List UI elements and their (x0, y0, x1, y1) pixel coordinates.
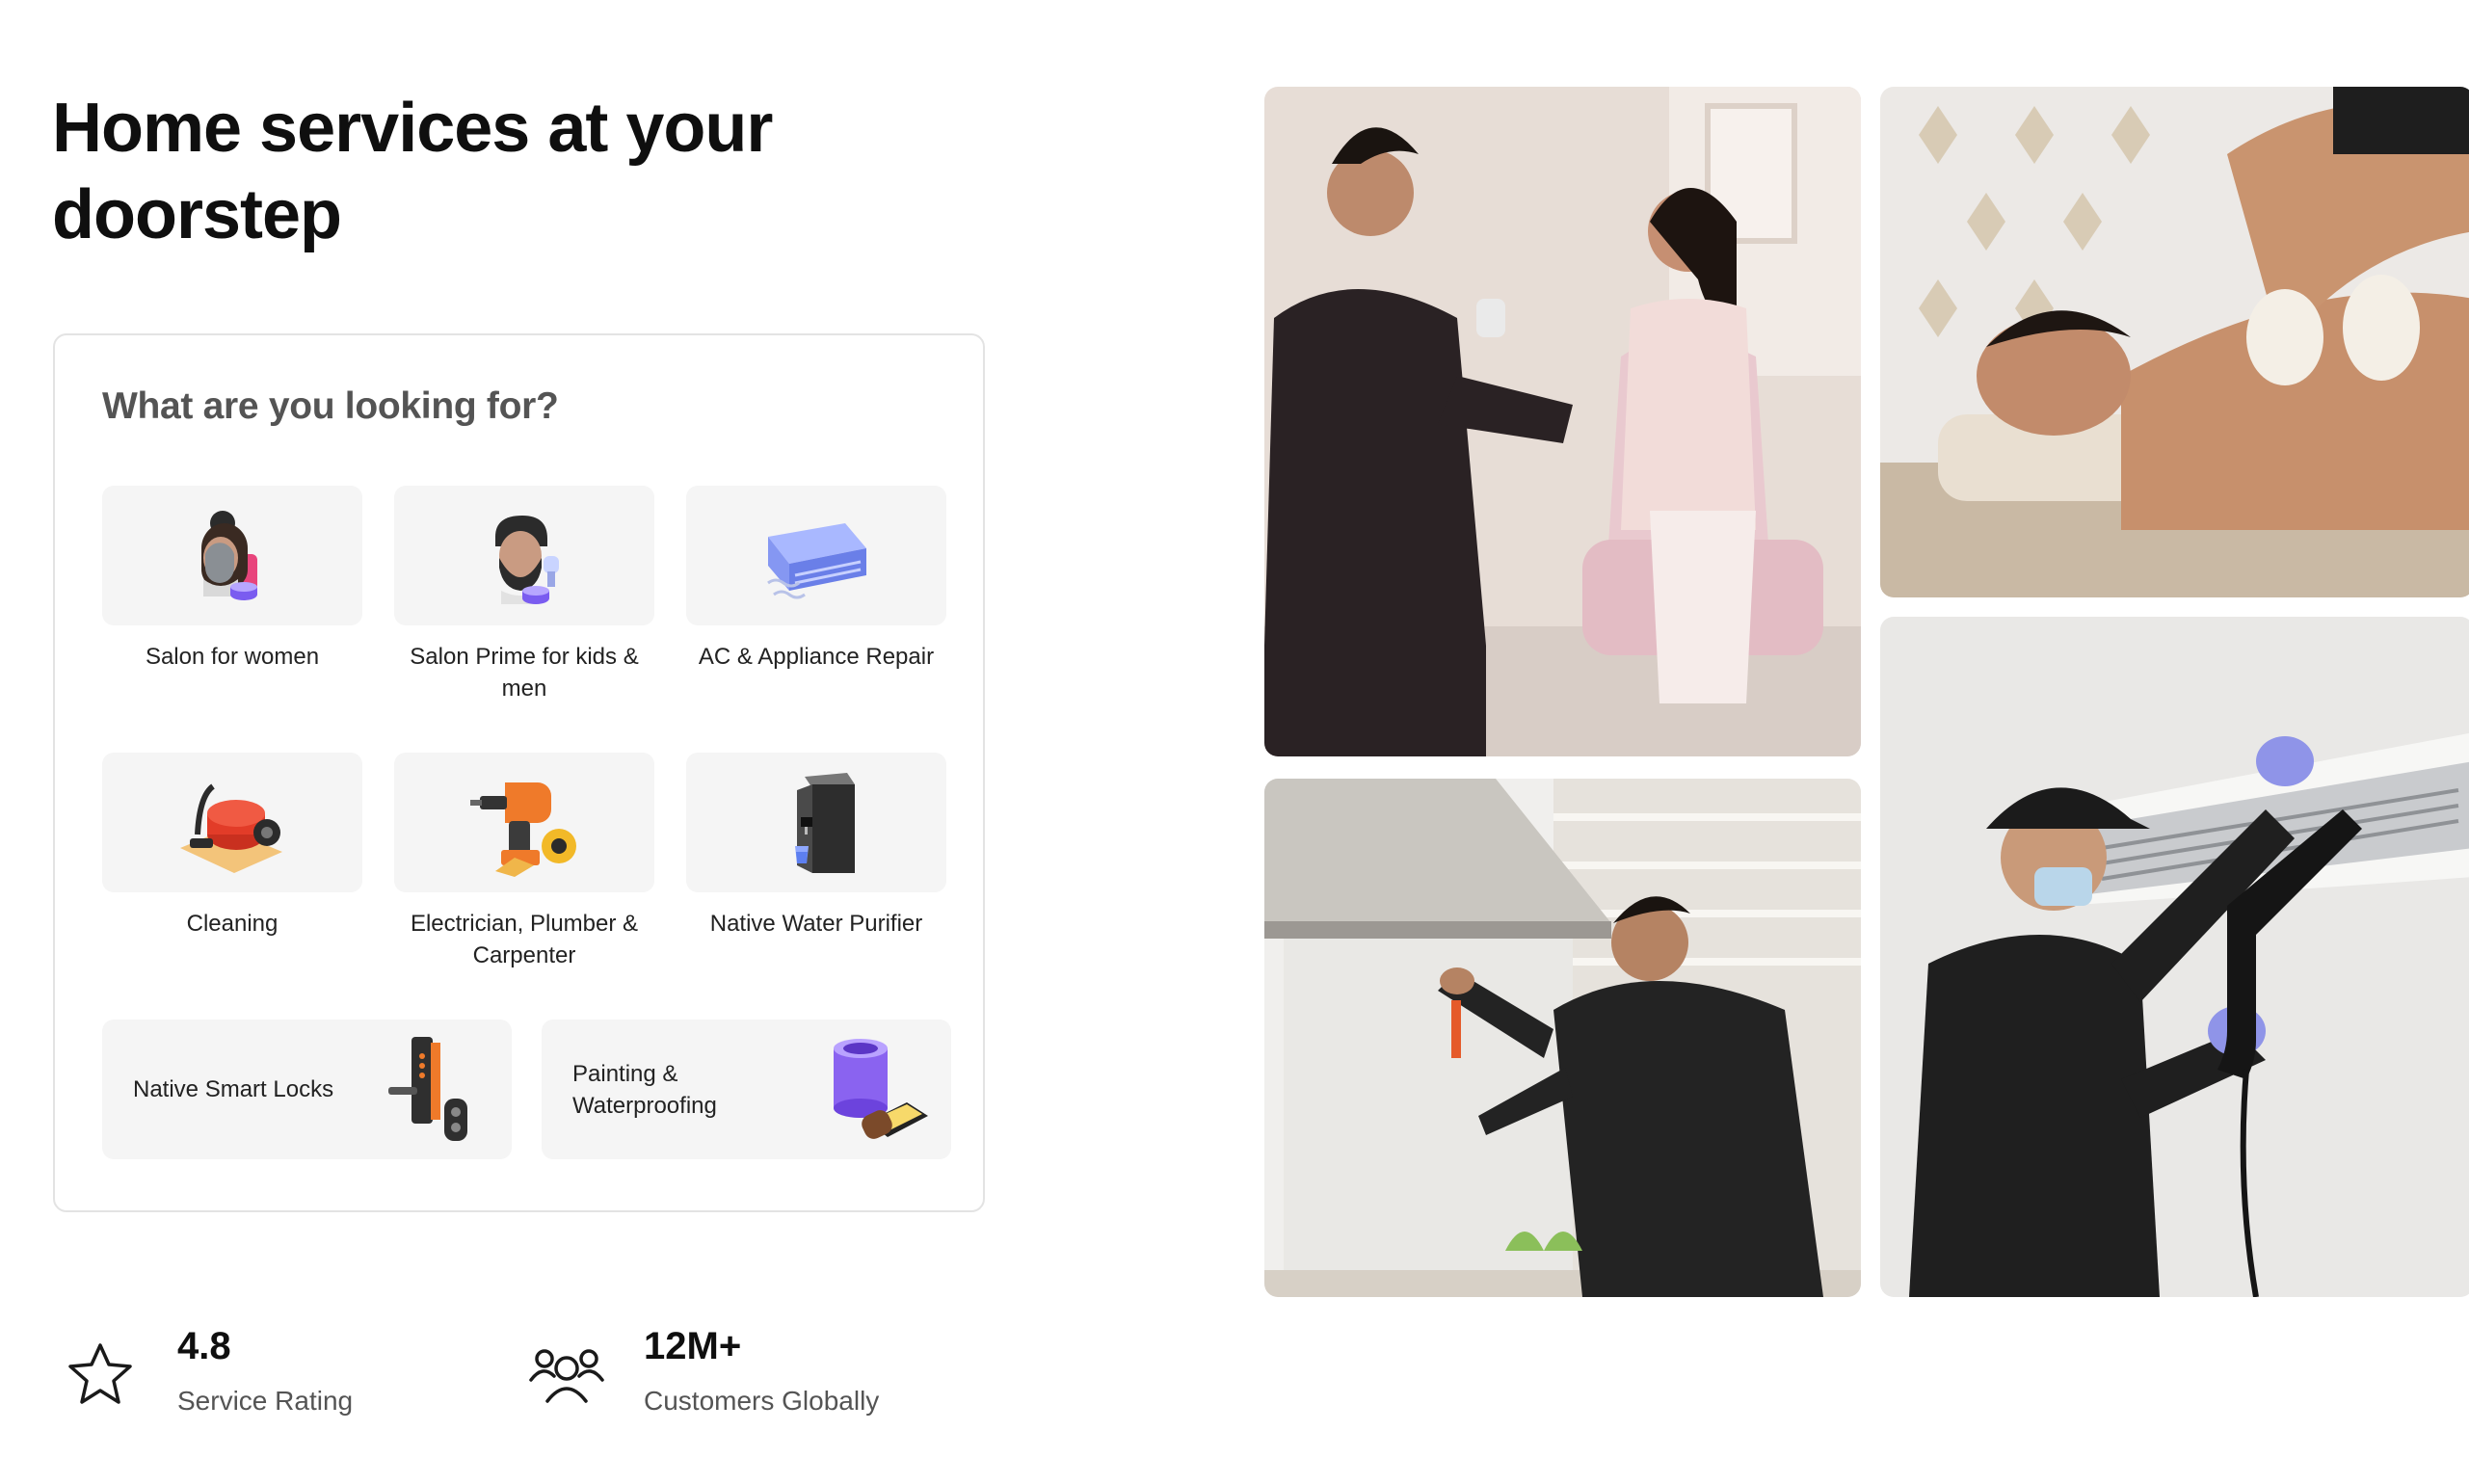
paint-bucket-icon (834, 1039, 928, 1139)
category-label: Cleaning (186, 911, 279, 937)
stat-value: 12M+ (644, 1325, 742, 1367)
category-label: Native Water Purifier (709, 911, 923, 937)
category-label: Salon for women (145, 644, 320, 670)
category-label: Salon Prime for kids & men (410, 644, 639, 702)
page-title: Home services at your doorstep (52, 90, 773, 253)
category-ac-repair[interactable]: AC & Appliance Repair (686, 486, 946, 673)
salon-at-home-photo (1264, 87, 1861, 756)
category-tile[interactable] (394, 486, 654, 625)
stat-label: Customers Globally (644, 1386, 880, 1416)
category-cleaning[interactable]: Cleaning (102, 753, 362, 940)
category-label: Painting & Waterproofing (572, 1060, 717, 1119)
category-salon-men[interactable]: Salon Prime for kids & men (394, 486, 654, 704)
stat-rating: 4.8 Service Rating (62, 1322, 353, 1417)
category-tile[interactable] (102, 486, 362, 625)
category-tile[interactable] (686, 486, 946, 625)
drill-tools-icon (470, 782, 576, 877)
stat-label: Service Rating (177, 1386, 354, 1416)
star-icon (68, 1343, 132, 1404)
salon-women-icon (201, 510, 257, 600)
category-label: AC & Appliance Repair (698, 644, 935, 670)
category-painting[interactable]: Painting & Waterproofing (542, 1020, 951, 1159)
ac-unit-icon (767, 522, 866, 598)
vacuum-cleaner-icon (180, 783, 282, 873)
category-tile[interactable] (686, 753, 946, 892)
users-group-icon (529, 1349, 604, 1403)
stat-customers: 12M+ Customers Globally (528, 1322, 879, 1417)
smart-lock-icon (388, 1037, 467, 1141)
category-electrician[interactable]: Electrician, Plumber & Carpenter (394, 753, 654, 971)
finder-title: What are you looking for? (102, 385, 559, 427)
category-salon-women[interactable]: Salon for women (102, 486, 362, 673)
category-smart-locks[interactable]: Native Smart Locks (102, 1020, 512, 1159)
category-tile[interactable] (102, 753, 362, 892)
category-label: Electrician, Plumber & Carpenter (410, 911, 639, 968)
water-purifier-icon (795, 772, 855, 873)
stat-value: 4.8 (177, 1325, 231, 1367)
ac-cleaning-photo (1880, 617, 2469, 1297)
chimney-repair-photo (1264, 779, 1861, 1297)
category-water-purifier[interactable]: Native Water Purifier (686, 753, 946, 940)
category-label: Native Smart Locks (133, 1076, 334, 1102)
salon-men-icon (495, 515, 559, 604)
service-finder-card: What are you looking for? Salon for wome… (53, 333, 985, 1212)
category-tile[interactable] (394, 753, 654, 892)
massage-photo (1880, 87, 2469, 597)
